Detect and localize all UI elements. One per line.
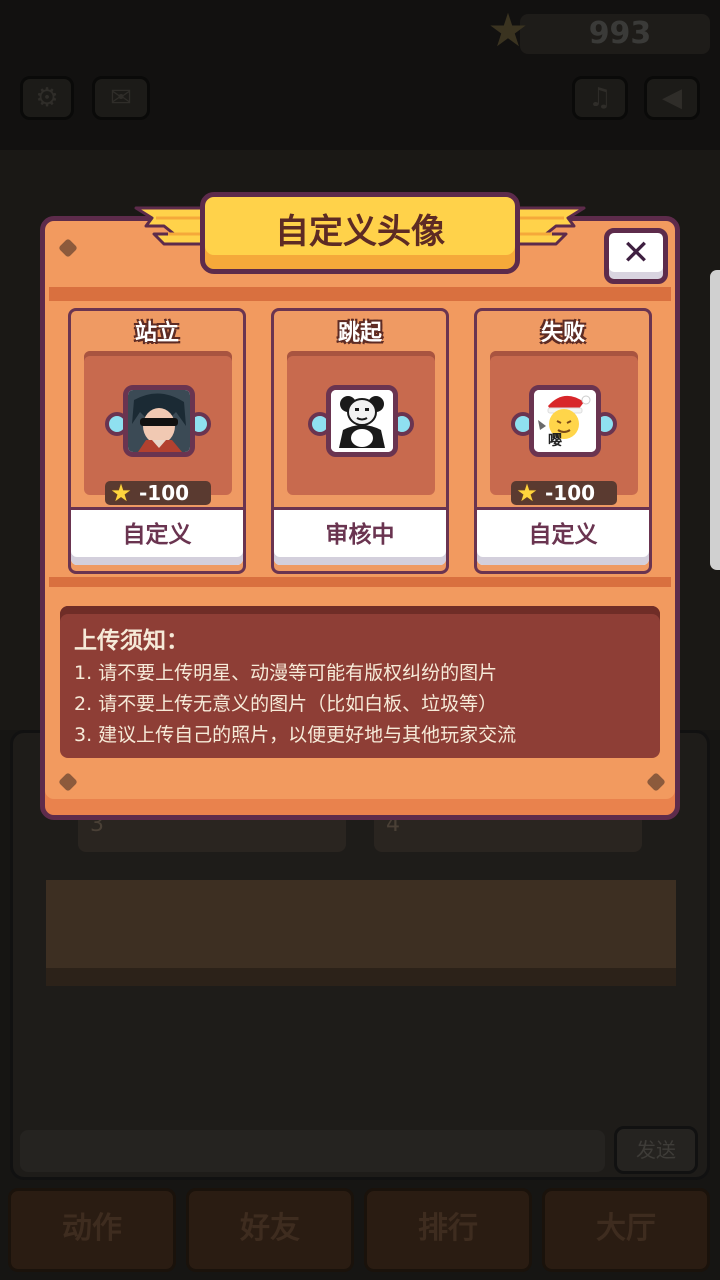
title-banner: 自定义头像 (200, 192, 520, 274)
coin-count: 993 (588, 16, 652, 51)
dialog-mid-band (49, 577, 671, 587)
rivet-icon (58, 772, 78, 792)
notice-line: 3. 建议上传自己的照片，以便更好地与其他玩家交流 (74, 724, 517, 746)
star-coin-icon: ★ (487, 3, 529, 57)
tab-friends[interactable]: 好友 (186, 1188, 354, 1272)
sound-icon: ◀ (662, 83, 682, 113)
avatar-card-stand: 站立 ★ -100 自定义 (68, 308, 246, 574)
avatar-image[interactable] (123, 385, 195, 457)
cost-tag: ★ -100 (105, 479, 211, 507)
music-button[interactable]: ♫ (572, 76, 628, 120)
customize-button[interactable]: 自定义 (71, 507, 243, 565)
edge-scroll-handle[interactable] (710, 270, 720, 570)
cost-value: -100 (545, 481, 596, 505)
star-icon: ★ (110, 479, 132, 507)
avatar-card-fail: 失败 嘤 ★ -100 自定义 (474, 308, 652, 574)
card-title: 站立 (134, 321, 179, 346)
notice-title: 上传须知： (74, 628, 189, 654)
settings-button[interactable]: ⚙ (20, 76, 74, 120)
card-title: 跳起 (337, 321, 382, 346)
panda-meme-avatar-icon (331, 390, 393, 452)
close-button[interactable]: ✕ (604, 228, 668, 284)
tab-ranking[interactable]: 排行 (364, 1188, 532, 1272)
shelf (46, 880, 676, 975)
customize-button[interactable]: 自定义 (477, 507, 649, 565)
cost-tag: ★ -100 (511, 479, 617, 507)
avatar-caption: 嘤 (548, 433, 562, 449)
chat-input[interactable] (20, 1130, 605, 1172)
music-icon: ♫ (588, 83, 612, 113)
christmas-emoji-avatar-icon (534, 390, 596, 452)
tab-actions[interactable]: 动作 (8, 1188, 176, 1272)
shelf-lip (46, 968, 676, 986)
rivet-icon (646, 772, 666, 792)
send-button[interactable]: 发送 (614, 1126, 698, 1174)
tab-lobby[interactable]: 大厅 (542, 1188, 710, 1272)
notice-line: 1. 请不要上传明星、动漫等可能有版权纠纷的图片 (74, 662, 498, 684)
settings-icon: ⚙ (35, 83, 59, 113)
mail-button[interactable]: ✉ (92, 76, 150, 120)
notice-line: 2. 请不要上传无意义的图片（比如白板、垃圾等） (74, 693, 498, 715)
star-icon: ★ (516, 479, 538, 507)
under-review-button[interactable]: 审核中 (274, 507, 446, 565)
card-title: 失败 (540, 321, 585, 346)
close-icon: ✕ (621, 233, 651, 273)
upload-notice: 上传须知： 1. 请不要上传明星、动漫等可能有版权纠纷的图片 2. 请不要上传无… (60, 606, 660, 758)
dialog-header-band (49, 287, 671, 301)
rivet-icon (58, 238, 78, 258)
avatar-image[interactable]: 嘤 (529, 385, 601, 457)
sound-button[interactable]: ◀ (644, 76, 700, 120)
avatar-image[interactable] (326, 385, 398, 457)
anime-character-avatar-icon (128, 390, 190, 452)
avatar-card-jump: 跳起 审核中 (271, 308, 449, 574)
cost-value: -100 (139, 481, 190, 505)
mail-icon: ✉ (110, 83, 132, 113)
dialog-title: 自定义头像 (275, 212, 445, 252)
